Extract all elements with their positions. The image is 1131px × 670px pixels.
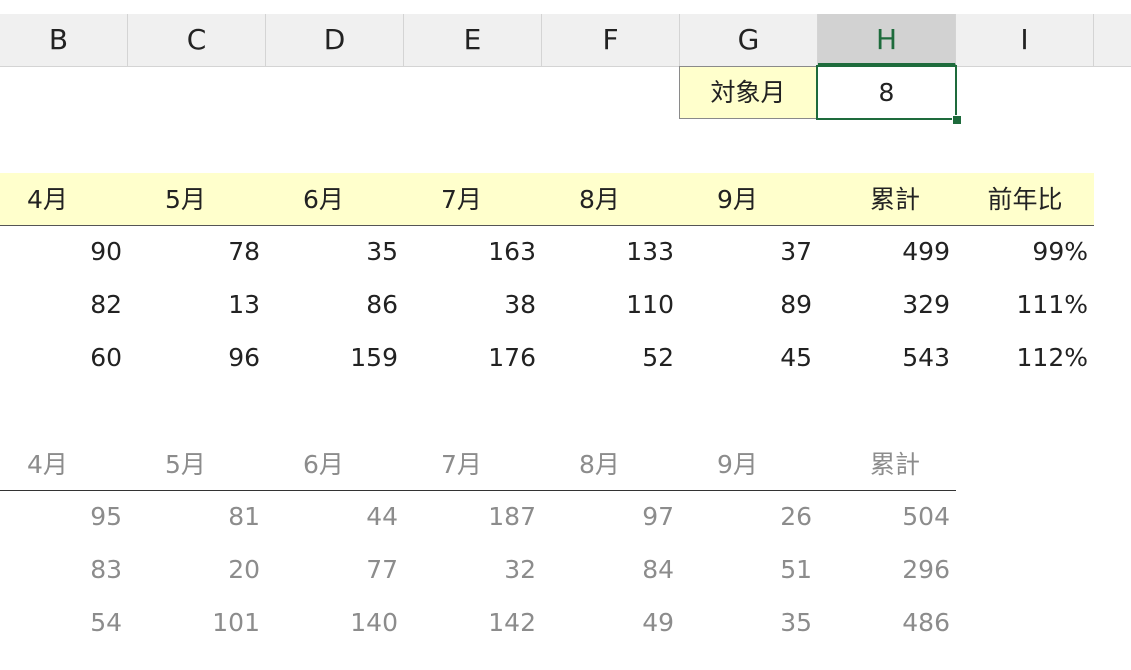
column-title: 5月 <box>165 185 206 214</box>
table-cell[interactable]: 504 <box>818 491 956 543</box>
table-cell[interactable]: 44 <box>266 491 404 543</box>
table-cell[interactable]: 35 <box>266 226 404 278</box>
table-cell[interactable]: 110 <box>542 279 680 331</box>
table-cell[interactable]: 486 <box>818 597 956 649</box>
column-title: 6月 <box>303 185 344 214</box>
table-cell[interactable]: 82 <box>0 279 128 331</box>
table-cell[interactable]: 38 <box>404 279 542 331</box>
table-cell[interactable]: 52 <box>542 332 680 384</box>
column-title: 累計 <box>870 450 921 479</box>
column-header-c[interactable]: C <box>128 14 266 66</box>
table-cell[interactable]: 95 <box>0 491 128 543</box>
column-title: 4月 <box>27 185 68 214</box>
column-title: 前年比 <box>987 185 1063 214</box>
table-cell[interactable]: 159 <box>266 332 404 384</box>
table-cell[interactable]: 112% <box>956 332 1094 384</box>
table-cell[interactable]: 96 <box>128 332 266 384</box>
table-cell[interactable]: 35 <box>680 597 818 649</box>
table-cell[interactable]: 111% <box>956 279 1094 331</box>
column-header-i[interactable]: I <box>956 14 1094 66</box>
target-month-input[interactable]: 8 <box>816 65 957 120</box>
column-header-g[interactable]: G <box>680 14 818 66</box>
table-cell[interactable]: 60 <box>0 332 128 384</box>
column-title: 7月 <box>441 450 482 479</box>
table-cell[interactable]: 329 <box>818 279 956 331</box>
table-cell[interactable]: 176 <box>404 332 542 384</box>
table-cell[interactable]: 13 <box>128 279 266 331</box>
column-title: 7月 <box>441 185 482 214</box>
table-cell[interactable]: 83 <box>0 544 128 596</box>
column-title: 9月 <box>717 185 758 214</box>
spreadsheet: BCDEFGHI 対象月 8 4月 5月 6月 7月 8月 9月 累計 前年比 90 78 35 16… <box>0 0 1131 670</box>
table-cell[interactable]: 49 <box>542 597 680 649</box>
table-cell[interactable]: 54 <box>0 597 128 649</box>
column-title: 6月 <box>303 450 344 479</box>
table-cell[interactable]: 140 <box>266 597 404 649</box>
table-cell[interactable]: 45 <box>680 332 818 384</box>
table-cell[interactable]: 86 <box>266 279 404 331</box>
table-cell[interactable]: 89 <box>680 279 818 331</box>
column-title: 8月 <box>579 185 620 214</box>
table-cell[interactable]: 51 <box>680 544 818 596</box>
table-cell[interactable]: 77 <box>266 544 404 596</box>
table-cell[interactable]: 97 <box>542 491 680 543</box>
table-cell[interactable]: 78 <box>128 226 266 278</box>
column-header-bar: BCDEFGHI <box>0 14 1131 67</box>
table-cell[interactable]: 101 <box>128 597 266 649</box>
table-cell[interactable]: 90 <box>0 226 128 278</box>
table-cell[interactable]: 81 <box>128 491 266 543</box>
table-cell[interactable]: 84 <box>542 544 680 596</box>
table-cell[interactable]: 142 <box>404 597 542 649</box>
column-header-f[interactable]: F <box>542 14 680 66</box>
column-title: 4月 <box>27 450 68 479</box>
column-header-h[interactable]: H <box>818 14 956 66</box>
table-cell[interactable]: 133 <box>542 226 680 278</box>
target-month-label: 対象月 <box>679 66 817 119</box>
fill-handle[interactable] <box>952 115 962 125</box>
table-cell[interactable]: 32 <box>404 544 542 596</box>
column-title: 8月 <box>579 450 620 479</box>
table-cell[interactable]: 20 <box>128 544 266 596</box>
table-cell[interactable]: 187 <box>404 491 542 543</box>
column-header-e[interactable]: E <box>404 14 542 66</box>
table-cell[interactable]: 37 <box>680 226 818 278</box>
table-cell[interactable]: 163 <box>404 226 542 278</box>
column-title: 累計 <box>870 185 921 214</box>
column-title: 5月 <box>165 450 206 479</box>
column-header-b[interactable]: B <box>0 14 128 66</box>
table-cell[interactable]: 99% <box>956 226 1094 278</box>
table-cell[interactable]: 296 <box>818 544 956 596</box>
table-cell[interactable]: 499 <box>818 226 956 278</box>
column-header-d[interactable]: D <box>266 14 404 66</box>
table-cell[interactable]: 26 <box>680 491 818 543</box>
table-cell[interactable]: 543 <box>818 332 956 384</box>
column-title: 9月 <box>717 450 758 479</box>
